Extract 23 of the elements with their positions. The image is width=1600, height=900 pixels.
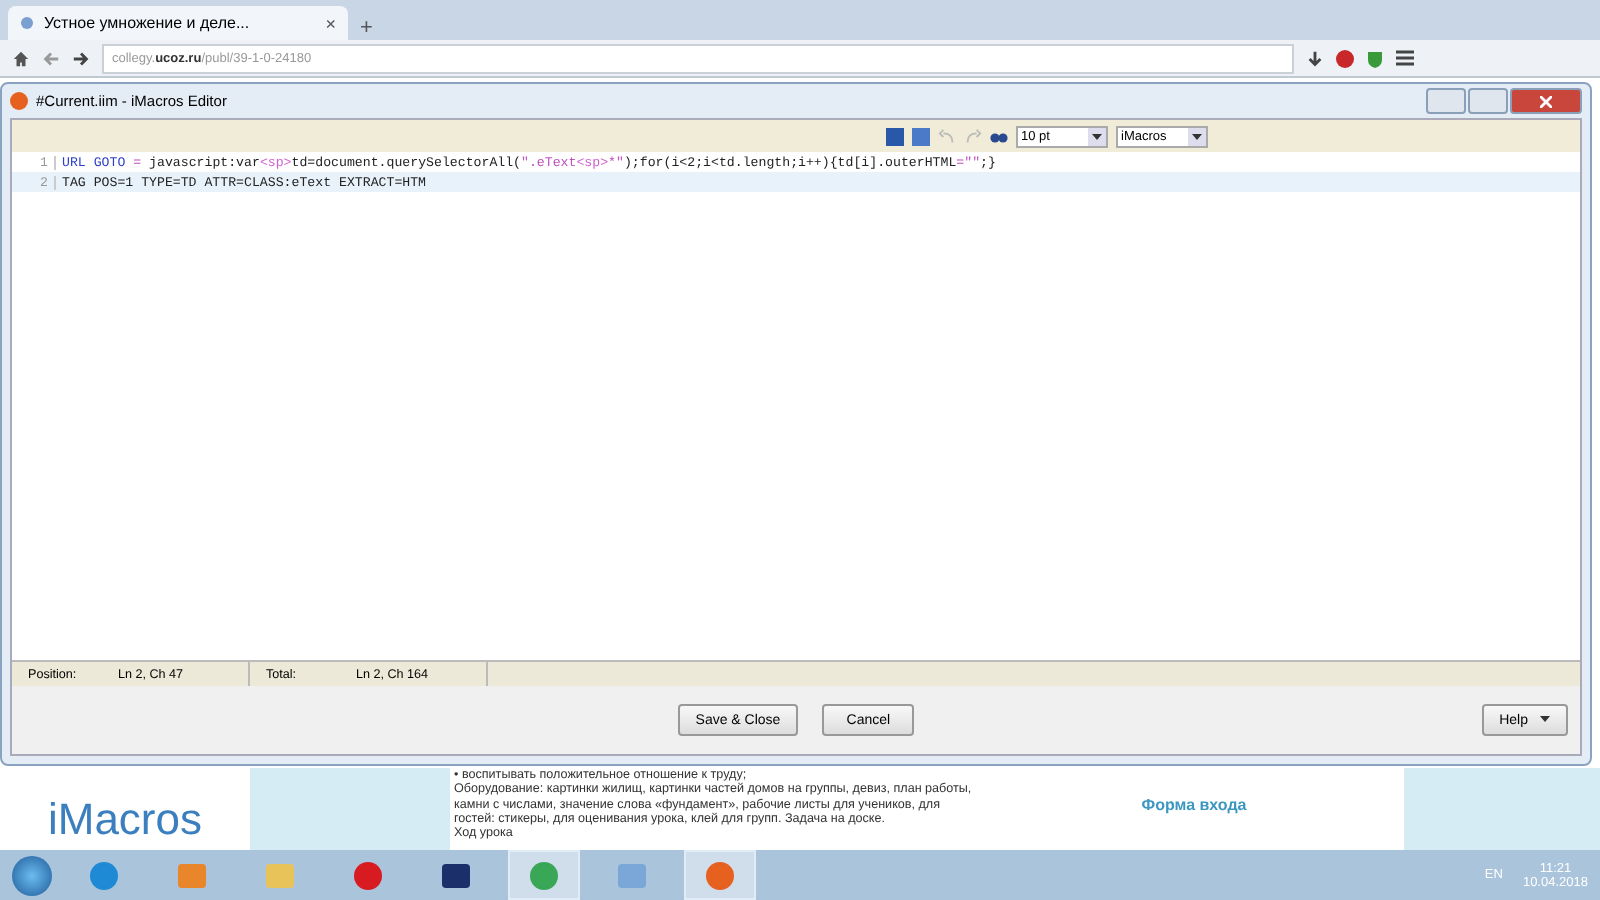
login-form-title: Форма входа xyxy=(1141,796,1247,814)
menu-icon[interactable] xyxy=(1396,50,1414,66)
caret-icon xyxy=(1187,127,1205,145)
forward-icon[interactable] xyxy=(72,49,90,67)
tab-title: Устное умножение и деле... xyxy=(44,14,252,32)
caret-icon xyxy=(1087,127,1105,145)
undo-icon[interactable] xyxy=(937,127,955,145)
redo-icon[interactable] xyxy=(963,127,981,145)
close-button[interactable] xyxy=(1510,88,1582,114)
back-icon[interactable] xyxy=(42,49,60,67)
new-tab-button[interactable]: + xyxy=(360,16,373,40)
close-tab-button[interactable]: × xyxy=(325,13,336,33)
maximize-button[interactable] xyxy=(1468,88,1508,114)
imacros-logo: iMacros xyxy=(47,794,202,846)
page-icon xyxy=(20,16,34,30)
caret-icon xyxy=(1540,716,1550,724)
home-icon[interactable] xyxy=(12,49,30,67)
shield-icon[interactable] xyxy=(1366,49,1384,67)
minimize-button[interactable] xyxy=(1426,88,1466,114)
download-icon[interactable] xyxy=(1306,49,1324,67)
start-button[interactable] xyxy=(12,855,52,895)
browser-tab[interactable]: Устное умножение и деле... × xyxy=(8,6,348,40)
close-icon xyxy=(1540,95,1552,107)
